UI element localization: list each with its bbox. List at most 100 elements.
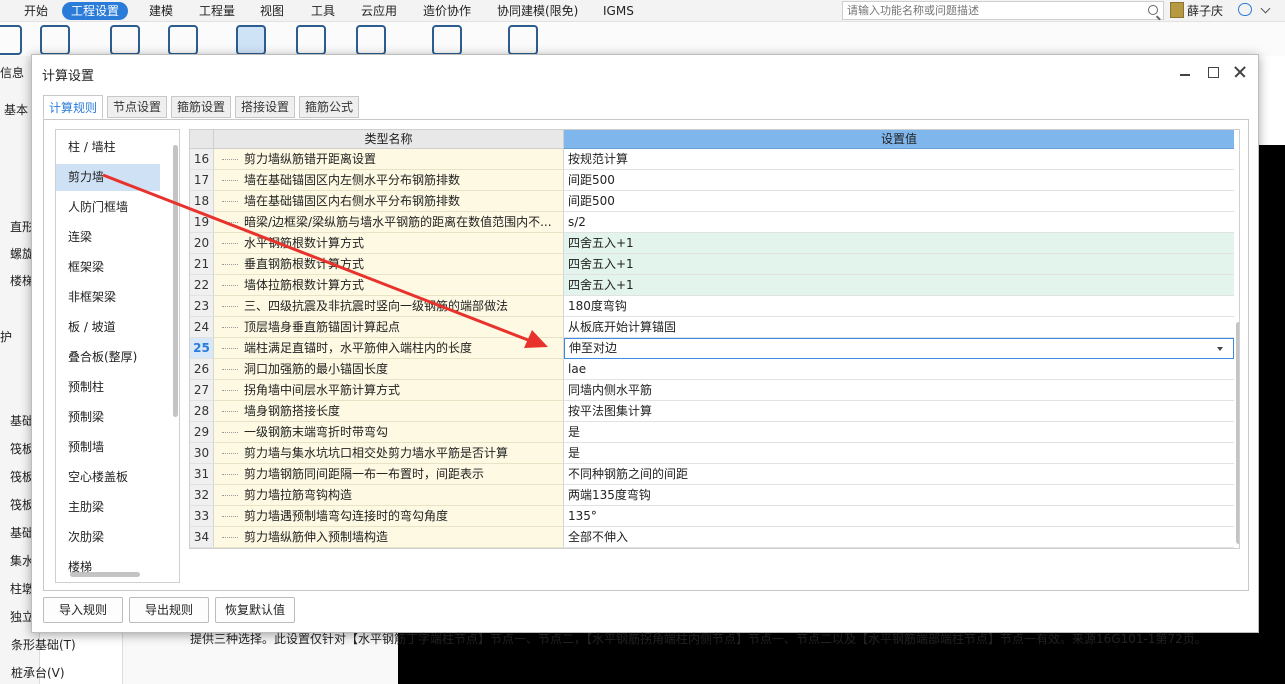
row-setting-value[interactable]: 间距500 [564, 191, 1234, 212]
row-setting-value[interactable]: lae [564, 359, 1234, 380]
row-setting-value[interactable]: 四舍五入+1 [564, 233, 1234, 254]
tab-lap-settings[interactable]: 搭接设置 [235, 96, 295, 118]
grid-header: 类型名称 设置值 [190, 130, 1239, 149]
strip-foundation[interactable]: 条形基础(T) [11, 636, 76, 653]
row-setting-value[interactable]: 是 [564, 443, 1234, 464]
pile-cap[interactable]: 桩承台(V) [11, 664, 65, 681]
avatar[interactable] [1170, 2, 1184, 18]
menu-cost-collab[interactable]: 造价协作 [423, 2, 471, 20]
table-row[interactable]: 32 剪力墙拉筋弯钩构造 两端135度弯钩 [190, 485, 1234, 506]
row-setting-value[interactable]: 是 [564, 422, 1234, 443]
menu-modeling[interactable]: 建模 [149, 2, 173, 20]
search-icon[interactable] [1148, 5, 1158, 15]
table-row[interactable]: 27 拐角墙中间层水平筋计算方式 同墙内侧水平筋 [190, 380, 1234, 401]
table-row[interactable]: 25 端柱满足直锚时，水平筋伸入端柱内的长度 伸至对边 [190, 338, 1234, 359]
chevron-down-icon[interactable] [1260, 3, 1271, 14]
row-setting-value[interactable]: 同墙内侧水平筋 [564, 380, 1234, 401]
category-item[interactable]: 框架梁 [56, 254, 160, 281]
table-row[interactable]: 16 剪力墙纵筋错开距离设置 按规范计算 [190, 149, 1234, 170]
table-row[interactable]: 34 剪力墙纵筋伸入预制墙构造 全部不伸入 [190, 527, 1234, 548]
table-row[interactable]: 26 洞口加强筋的最小锚固长度 lae [190, 359, 1234, 380]
table-row[interactable]: 21 垂直钢筋根数计算方式 四舍五入+1 [190, 254, 1234, 275]
table-row[interactable]: 31 剪力墙钢筋同间距隔一布一布置时，间距表示 不同种钢筋之间的间距 [190, 464, 1234, 485]
row-number: 25 [190, 338, 214, 359]
category-item[interactable]: 预制柱 [56, 374, 160, 401]
row-type-name: 剪力墙纵筋错开距离设置 [214, 149, 564, 170]
edit-icon[interactable] [356, 25, 386, 55]
row-setting-value[interactable]: 从板底开始计算锚固 [564, 317, 1234, 338]
table-row[interactable]: 23 三、四级抗震及非抗震时竖向一级钢筋的端部做法 180度弯钩 [190, 296, 1234, 317]
table-row[interactable]: 18 墙在基础锚固区内右侧水平分布钢筋排数 间距500 [190, 191, 1234, 212]
close-icon[interactable] [1233, 65, 1247, 79]
tab-stirrup-formula[interactable]: 箍筋公式 [299, 96, 359, 118]
row-setting-value[interactable]: 间距500 [564, 170, 1234, 191]
row-setting-value[interactable]: 全部不伸入 [564, 527, 1234, 548]
tab-calc-rules[interactable]: 计算规则 [43, 95, 103, 119]
table-row[interactable]: 33 剪力墙遇预制墙弯勾连接时的弯勾角度 135° [190, 506, 1234, 527]
table-row[interactable]: 28 墙身钢筋搭接长度 按平法图集计算 [190, 401, 1234, 422]
table-row[interactable]: 19 暗梁/边框梁/梁纵筋与墙水平钢筋的距离在数值范围内不... s/2 [190, 212, 1234, 233]
table-row[interactable]: 29 一级钢筋末端弯折时带弯勾是 [190, 422, 1234, 443]
menu-start[interactable]: 开始 [24, 2, 48, 20]
row-setting-value[interactable]: s/2 [564, 212, 1234, 233]
import-rules-button[interactable]: 导入规则 [43, 597, 123, 623]
menu-cloud[interactable]: 云应用 [361, 2, 397, 20]
help-icon[interactable] [1238, 3, 1252, 16]
menu-quantity[interactable]: 工程量 [199, 2, 235, 20]
restore-defaults-button[interactable]: 恢复默认值 [215, 597, 295, 623]
menu-igms[interactable]: IGMS [603, 2, 634, 20]
pen-icon[interactable] [296, 25, 326, 55]
chevron-down-icon[interactable] [1217, 347, 1223, 351]
maximize-icon[interactable] [1206, 65, 1220, 79]
row-setting-value[interactable]: 两端135度弯钩 [564, 485, 1234, 506]
table-row[interactable]: 30 剪力墙与集水坑坑口相交处剪力墙水平筋是否计算是 [190, 443, 1234, 464]
category-item[interactable]: 板 / 坡道 [56, 314, 160, 341]
category-scrollbar-v[interactable] [173, 145, 178, 417]
category-item[interactable]: 预制墙 [56, 434, 160, 461]
category-item[interactable]: 次肋梁 [56, 524, 160, 551]
category-item[interactable]: 空心楼盖板 [56, 464, 160, 491]
document-settings-icon[interactable] [40, 25, 70, 55]
category-item[interactable]: 预制梁 [56, 404, 160, 431]
tab-node-settings[interactable]: 节点设置 [107, 96, 167, 118]
search-input[interactable] [843, 2, 1133, 19]
menu-view[interactable]: 视图 [260, 2, 284, 20]
category-item[interactable]: 剪力墙 [56, 164, 160, 191]
export-rules-button[interactable]: 导出规则 [129, 597, 209, 623]
row-setting-value[interactable]: 按规范计算 [564, 149, 1234, 170]
table-row[interactable]: 22 墙体拉筋根数计算方式 四舍五入+1 [190, 275, 1234, 296]
calc-settings-icon[interactable] [110, 25, 140, 55]
table-row[interactable]: 17 墙在基础锚固区内左侧水平分布钢筋排数 间距500 [190, 170, 1234, 191]
category-item[interactable]: 柱 / 墙柱 [56, 134, 160, 161]
user-name[interactable]: 薛子庆 [1187, 2, 1223, 20]
category-item[interactable]: 楼梯 [56, 554, 160, 581]
menu-project-settings[interactable]: 工程设置 [62, 2, 129, 20]
category-item[interactable]: 人防门框墙 [56, 194, 160, 221]
minimize-icon[interactable] [1178, 65, 1192, 79]
category-item[interactable]: 非框架梁 [56, 284, 160, 311]
row-setting-value[interactable]: 四舍五入+1 [564, 275, 1234, 296]
row-setting-value[interactable]: 按平法图集计算 [564, 401, 1234, 422]
tab-stirrup-settings[interactable]: 箍筋设置 [171, 96, 231, 118]
row-setting-value[interactable]: 135° [564, 506, 1234, 527]
rebar-icon[interactable] [432, 25, 462, 55]
row-number: 22 [190, 275, 214, 296]
category-item[interactable]: 叠合板(整厚) [56, 344, 160, 371]
layer-icon[interactable] [0, 25, 22, 55]
row-setting-value[interactable]: 不同种钢筋之间的间距 [564, 464, 1234, 485]
calc-settings-selected-icon[interactable] [236, 25, 266, 55]
row-setting-value[interactable]: 四舍五入+1 [564, 254, 1234, 275]
category-item[interactable]: 主肋梁 [56, 494, 160, 521]
left-label[interactable]: 护 [0, 328, 12, 345]
grid-scrollbar[interactable] [1236, 322, 1239, 544]
calc-rule-icon[interactable] [168, 25, 198, 55]
table-row[interactable]: 20 水平钢筋根数计算方式 四舍五入+1 [190, 233, 1234, 254]
category-item[interactable]: 连梁 [56, 224, 160, 251]
row-setting-value[interactable]: 180度弯钩 [564, 296, 1234, 317]
table-row[interactable]: 24 顶层墙身垂直筋锚固计算起点 从板底开始计算锚固 [190, 317, 1234, 338]
function-search[interactable] [842, 1, 1164, 20]
menu-collab-modeling[interactable]: 协同建模(限免) [497, 2, 578, 20]
menu-tools[interactable]: 工具 [311, 2, 335, 20]
pencil-icon[interactable] [508, 25, 538, 55]
setting-value-dropdown[interactable]: 伸至对边 [564, 338, 1234, 359]
